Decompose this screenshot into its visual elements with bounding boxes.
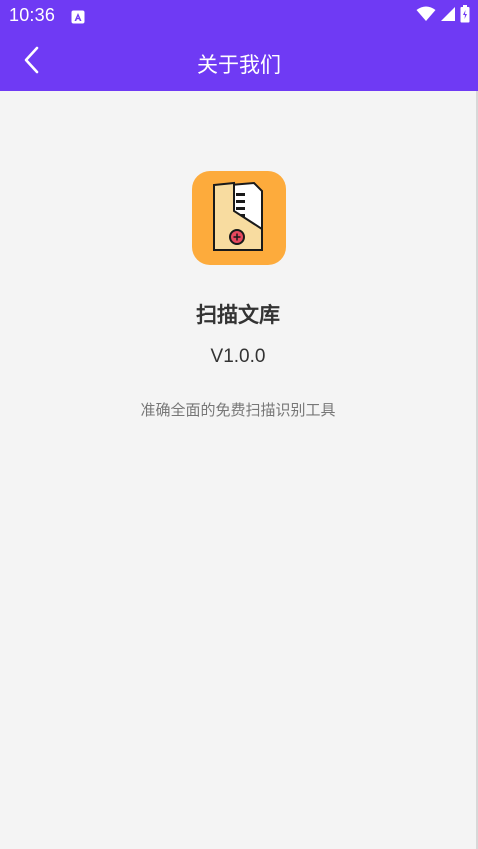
app-bar: 关于我们 [0, 32, 478, 91]
app-description: 准确全面的免费扫描识别工具 [140, 401, 336, 419]
battery-icon [460, 5, 470, 27]
status-bar: 10:36 [0, 0, 478, 32]
app-name: 扫描文库 [196, 303, 280, 327]
app-version: V1.0.0 [210, 346, 266, 367]
wifi-icon [416, 6, 436, 26]
notification-a-icon [71, 9, 85, 24]
cell-signal-icon [440, 6, 456, 26]
page-title: 关于我们 [197, 53, 281, 77]
app-logo [192, 171, 286, 265]
scanned-document-icon [213, 181, 263, 251]
about-content: 扫描文库 V1.0.0 准确全面的免费扫描识别工具 [0, 91, 476, 849]
status-icons [416, 5, 470, 27]
status-time: 10:36 [9, 5, 56, 25]
